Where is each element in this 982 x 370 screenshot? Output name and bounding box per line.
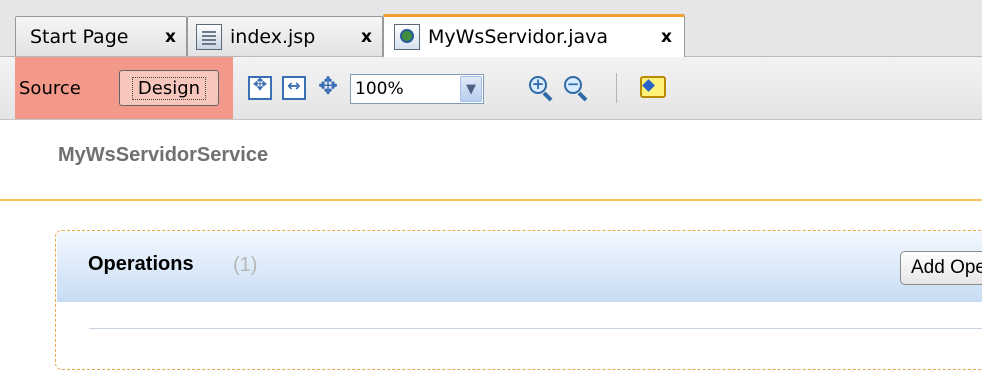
close-icon[interactable]: x [361, 27, 372, 47]
fit-width-icon[interactable] [282, 76, 306, 100]
zoom-out-icon[interactable]: − [563, 75, 589, 102]
tab-mywsservidor-java[interactable]: MyWsServidor.java x [383, 14, 685, 57]
editor-toolbar: Source Design 100% ▼ + − [0, 57, 982, 120]
tab-label: MyWsServidor.java [428, 26, 609, 48]
fit-height-icon[interactable] [316, 72, 340, 100]
close-icon[interactable]: x [661, 27, 672, 47]
add-operation-button[interactable]: Add Operation... [900, 251, 982, 285]
source-button[interactable]: Source [19, 78, 81, 99]
design-button-label: Design [131, 76, 207, 100]
java-file-icon [394, 24, 420, 50]
design-button[interactable]: Design [119, 70, 219, 106]
tab-label: Start Page [30, 25, 129, 48]
zoom-select[interactable]: 100% ▼ [350, 74, 484, 104]
service-title: MyWsServidorService [58, 144, 269, 166]
operations-count: (1) [233, 254, 258, 276]
zoom-in-icon[interactable]: + [528, 75, 554, 102]
tab-start-page[interactable]: Start Page x [15, 16, 187, 56]
chevron-down-icon[interactable]: ▼ [460, 76, 482, 102]
zoom-value: 100% [355, 79, 404, 99]
operations-panel: Operations (1) Add Operation... [55, 230, 982, 370]
tab-label: index.jsp [230, 25, 316, 48]
operations-header: Operations (1) Add Operation... [57, 232, 982, 302]
jsp-file-icon [196, 23, 222, 50]
comment-icon[interactable] [640, 76, 666, 98]
divider [0, 199, 982, 201]
add-operation-label: Add Operation... [911, 257, 982, 278]
toolbar-separator [616, 73, 617, 103]
operations-title: Operations [88, 253, 194, 275]
fit-diagram-icon[interactable] [248, 75, 272, 100]
tab-index-jsp[interactable]: index.jsp x [187, 16, 383, 56]
close-icon[interactable]: x [165, 27, 176, 47]
operation-row-border [89, 328, 982, 329]
editor-tab-strip: Start Page x index.jsp x MyWsServidor.ja… [0, 0, 982, 57]
